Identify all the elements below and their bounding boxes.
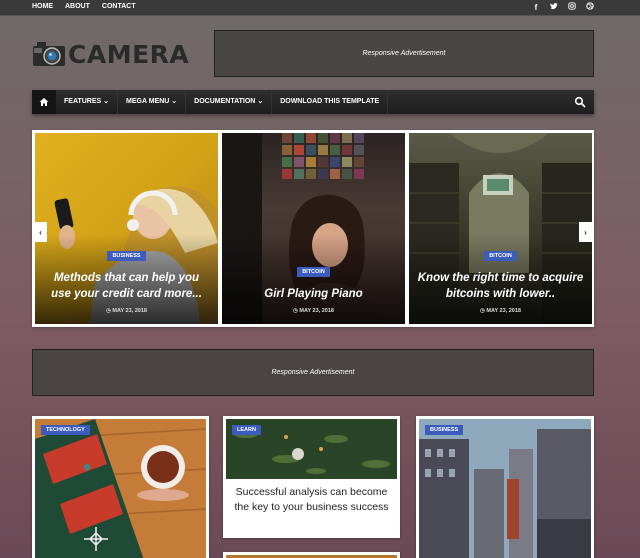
post-image: [35, 419, 206, 558]
site-logo[interactable]: CAMERA: [32, 36, 189, 72]
header-advertisement[interactable]: Responsive Advertisement: [214, 30, 594, 77]
social-links: f: [532, 2, 594, 13]
post-card[interactable]: LEARN Successful analysis can become the…: [223, 416, 400, 538]
slide-meta: BITCOIN Girl Playing Piano ◷ MAY 23, 201…: [222, 260, 405, 314]
nav-mega-menu-label: MEGA MENU: [126, 98, 170, 105]
post-thumbnail[interactable]: BUSINESS: [419, 419, 591, 558]
post-thumbnail[interactable]: LEARN: [226, 419, 397, 479]
chevron-left-icon: ‹: [39, 227, 42, 237]
top-nav-about[interactable]: ABOUT: [65, 3, 90, 10]
slide-item[interactable]: BITCOIN Girl Playing Piano ◷ MAY 23, 201…: [222, 133, 405, 324]
post-card[interactable]: BUSINESS: [416, 416, 594, 558]
home-icon: [39, 98, 49, 106]
slide-date: ◷ MAY 23, 2018: [35, 308, 218, 314]
slide-date: ◷ MAY 23, 2018: [409, 308, 592, 314]
slide-meta: BUSINESS Methods that can help you use y…: [35, 244, 218, 314]
featured-slider: BUSINESS Methods that can help you use y…: [32, 130, 594, 327]
main-navigation: FEATURES ⌄ MEGA MENU ⌄ DOCUMENTATION ⌄ D…: [32, 90, 594, 114]
category-badge[interactable]: LEARN: [232, 425, 261, 435]
slide-item[interactable]: BITCOIN Know the right time to acquire b…: [409, 133, 592, 324]
slide-title[interactable]: Methods that can help you use your credi…: [35, 270, 218, 302]
header-ad-label: Responsive Advertisement: [362, 50, 446, 57]
chevron-down-icon: ⌄: [257, 98, 264, 105]
post-image: [419, 419, 591, 558]
chevron-down-icon: ⌄: [103, 98, 110, 105]
middle-ad-label: Responsive Advertisement: [271, 369, 355, 376]
clock-icon: ◷: [106, 308, 111, 314]
chevron-right-icon: ›: [584, 227, 587, 237]
category-badge[interactable]: BUSINESS: [425, 425, 464, 435]
top-nav-home[interactable]: HOME: [32, 3, 53, 10]
search-icon[interactable]: [574, 96, 586, 108]
category-badge[interactable]: TECHNOLOGY: [41, 425, 90, 435]
top-nav: HOME ABOUT CONTACT: [32, 3, 136, 10]
slide-date-text: MAY 23, 2018: [299, 308, 334, 314]
slide-date: ◷ MAY 23, 2018: [222, 308, 405, 314]
slider-prev-button[interactable]: ‹: [34, 222, 47, 242]
clock-icon: ◷: [480, 308, 485, 314]
nav-documentation[interactable]: DOCUMENTATION ⌄: [186, 90, 273, 114]
slide-item[interactable]: BUSINESS Methods that can help you use y…: [35, 133, 218, 324]
top-nav-contact[interactable]: CONTACT: [102, 3, 136, 10]
slide-title[interactable]: Know the right time to acquire bitcoins …: [409, 270, 592, 302]
category-badge[interactable]: BUSINESS: [107, 251, 146, 261]
category-badge[interactable]: BITCOIN: [484, 251, 517, 261]
nav-documentation-label: DOCUMENTATION: [194, 98, 256, 105]
logo-text: CAMERA: [68, 40, 190, 69]
slide-date-text: MAY 23, 2018: [112, 308, 147, 314]
slide-date-text: MAY 23, 2018: [486, 308, 521, 314]
nav-download-label: DOWNLOAD THIS TEMPLATE: [280, 98, 380, 105]
dribbble-icon[interactable]: [586, 2, 594, 13]
clock-icon: ◷: [293, 308, 298, 314]
post-thumbnail[interactable]: TECHNOLOGY: [35, 419, 206, 558]
instagram-icon[interactable]: [568, 2, 576, 13]
nav-download-template[interactable]: DOWNLOAD THIS TEMPLATE: [272, 90, 389, 114]
home-button[interactable]: [32, 90, 56, 114]
chevron-down-icon: ⌄: [171, 98, 178, 105]
nav-features-label: FEATURES: [64, 98, 102, 105]
post-title[interactable]: Successful analysis can become the key t…: [226, 479, 397, 515]
top-bar: HOME ABOUT CONTACT f: [0, 0, 640, 16]
slide-title[interactable]: Girl Playing Piano: [222, 286, 405, 302]
nav-mega-menu[interactable]: MEGA MENU ⌄: [118, 90, 187, 114]
facebook-icon[interactable]: f: [532, 2, 540, 13]
category-badge[interactable]: BITCOIN: [297, 267, 330, 277]
twitter-icon[interactable]: [550, 2, 558, 13]
nav-features[interactable]: FEATURES ⌄: [56, 90, 119, 114]
slide-meta: BITCOIN Know the right time to acquire b…: [409, 244, 592, 314]
slider-next-button[interactable]: ›: [579, 222, 592, 242]
camera-logo-icon: [33, 42, 65, 66]
post-card[interactable]: TECHNOLOGY: [32, 416, 209, 558]
post-card[interactable]: [223, 552, 400, 558]
middle-advertisement[interactable]: Responsive Advertisement: [32, 349, 594, 396]
